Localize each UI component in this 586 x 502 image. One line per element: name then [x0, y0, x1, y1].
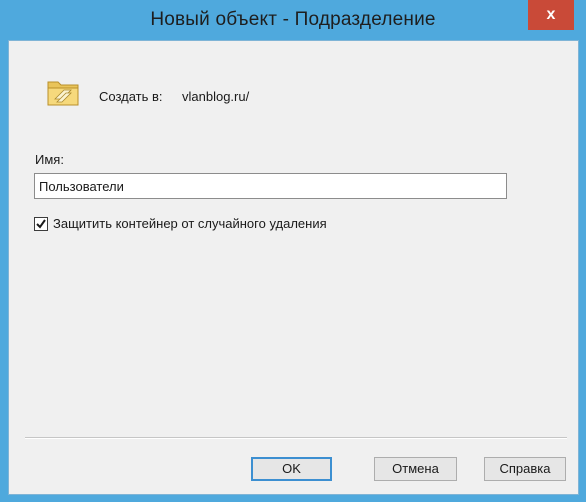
cancel-button[interactable]: Отмена [374, 457, 457, 481]
title-bar[interactable]: Новый объект - Подразделение x [0, 0, 586, 40]
help-button[interactable]: Справка [484, 457, 566, 481]
separator [25, 437, 567, 439]
window-title: Новый объект - Подразделение [150, 9, 436, 30]
create-in-label: Создать в: [99, 89, 163, 104]
dialog-window: Новый объект - Подразделение x Создать в… [0, 0, 586, 502]
close-button[interactable]: x [528, 0, 574, 30]
create-in-path: vlanblog.ru/ [182, 89, 250, 104]
name-input[interactable] [34, 173, 507, 199]
folder-icon [45, 75, 81, 109]
protect-checkbox-label[interactable]: Защитить контейнер от случайного удалени… [53, 216, 327, 231]
dialog-body: Создать в: vlanblog.ru/ Имя: Защитить ко… [8, 40, 579, 495]
close-icon: x [546, 6, 556, 23]
name-label: Имя: [35, 152, 64, 167]
ok-button[interactable]: OK [251, 457, 332, 481]
check-icon [36, 219, 46, 229]
protect-checkbox[interactable] [34, 217, 48, 231]
